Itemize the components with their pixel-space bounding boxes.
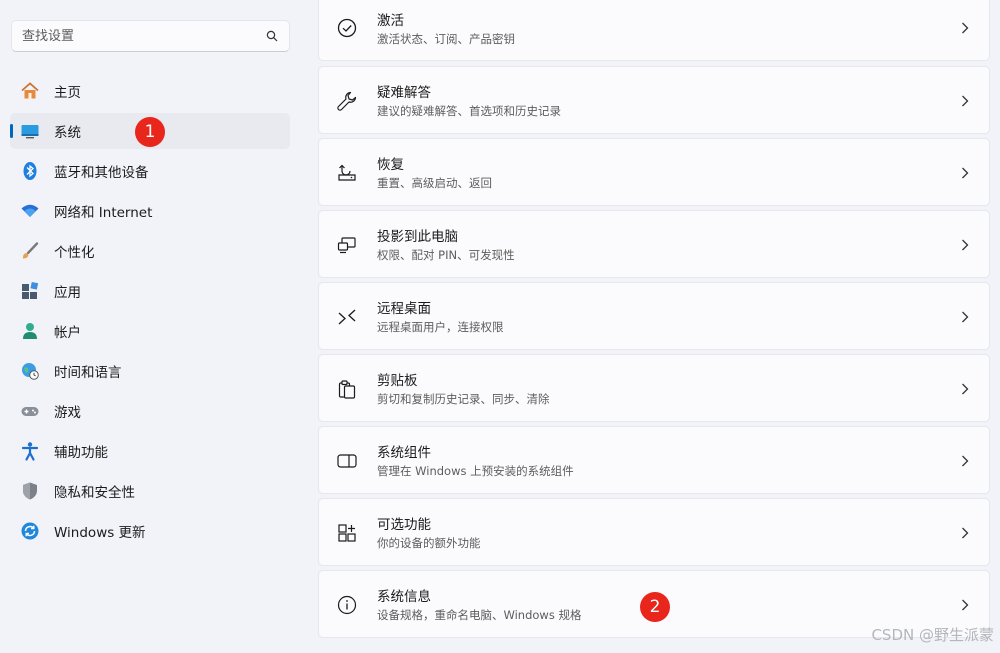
card-title: 可选功能 bbox=[377, 517, 431, 533]
gamepad-icon bbox=[20, 401, 40, 421]
sidebar-item-label: 时间和语言 bbox=[54, 365, 122, 381]
wrench-icon bbox=[336, 90, 358, 112]
sidebar-item-accounts[interactable]: 帐户 bbox=[10, 313, 290, 349]
card-optional-features[interactable]: 可选功能 你的设备的额外功能 bbox=[318, 498, 990, 566]
globe-clock-icon bbox=[20, 361, 40, 381]
card-activation[interactable]: 激活 激活状态、订阅、产品密钥 bbox=[318, 0, 990, 61]
card-troubleshoot[interactable]: 疑难解答 建议的疑难解答、首选项和历史记录 bbox=[318, 66, 990, 134]
chevron-right-icon bbox=[959, 22, 971, 34]
card-title: 恢复 bbox=[377, 157, 404, 173]
sidebar-item-label: 蓝牙和其他设备 bbox=[54, 165, 149, 181]
sidebar-item-label: 应用 bbox=[54, 285, 81, 301]
card-title: 疑难解答 bbox=[377, 85, 431, 101]
sidebar-item-windows-update[interactable]: Windows 更新 bbox=[10, 513, 290, 549]
sidebar-item-label: 系统 bbox=[54, 125, 81, 141]
card-remote-desktop[interactable]: 远程桌面 远程桌面用户，连接权限 bbox=[318, 282, 990, 350]
card-title: 系统信息 bbox=[377, 589, 431, 605]
account-icon bbox=[20, 321, 40, 341]
clipboard-icon bbox=[336, 378, 358, 400]
chevron-right-icon bbox=[959, 239, 971, 251]
sidebar-item-label: 帐户 bbox=[54, 325, 81, 341]
sidebar-item-label: Windows 更新 bbox=[54, 525, 146, 541]
sidebar-item-apps[interactable]: 应用 bbox=[10, 273, 290, 309]
sidebar-item-label: 主页 bbox=[54, 85, 81, 101]
card-title: 投影到此电脑 bbox=[377, 229, 458, 245]
card-subtitle: 建议的疑难解答、首选项和历史记录 bbox=[377, 104, 561, 118]
wifi-icon bbox=[20, 201, 40, 221]
card-clipboard[interactable]: 剪贴板 剪切和复制历史记录、同步、清除 bbox=[318, 354, 990, 422]
sidebar: 主页 系统 蓝牙和其他设备 网络和 Internet bbox=[0, 0, 300, 653]
search-box[interactable] bbox=[11, 20, 290, 52]
sidebar-item-gaming[interactable]: 游戏 bbox=[10, 393, 290, 429]
sidebar-item-network[interactable]: 网络和 Internet bbox=[10, 193, 290, 229]
accessibility-icon bbox=[20, 441, 40, 461]
watermark: CSDN @野生派蒙 bbox=[871, 626, 994, 644]
chevron-right-icon bbox=[959, 455, 971, 467]
check-circle-icon bbox=[336, 17, 358, 39]
chevron-right-icon bbox=[959, 527, 971, 539]
project-icon bbox=[336, 234, 358, 256]
brush-icon bbox=[20, 241, 40, 261]
chevron-right-icon bbox=[959, 383, 971, 395]
sidebar-item-label: 网络和 Internet bbox=[54, 205, 153, 221]
update-icon bbox=[20, 521, 40, 541]
system-components-icon bbox=[336, 450, 358, 472]
bluetooth-icon bbox=[20, 161, 40, 181]
settings-window: 主页 系统 蓝牙和其他设备 网络和 Internet bbox=[0, 0, 1000, 653]
card-title: 系统组件 bbox=[377, 445, 431, 461]
remote-desktop-icon bbox=[336, 306, 358, 328]
sidebar-item-bluetooth[interactable]: 蓝牙和其他设备 bbox=[10, 153, 290, 189]
search-icon[interactable] bbox=[265, 29, 279, 43]
sidebar-item-label: 个性化 bbox=[54, 245, 95, 261]
annotation-badge-2: 2 bbox=[640, 592, 670, 622]
card-project-to-pc[interactable]: 投影到此电脑 权限、配对 PIN、可发现性 bbox=[318, 210, 990, 278]
card-subtitle: 管理在 Windows 上预安装的系统组件 bbox=[377, 464, 574, 478]
sidebar-item-label: 隐私和安全性 bbox=[54, 485, 135, 501]
chevron-right-icon bbox=[959, 311, 971, 323]
card-system-components[interactable]: 系统组件 管理在 Windows 上预安装的系统组件 bbox=[318, 426, 990, 494]
card-subtitle: 剪切和复制历史记录、同步、清除 bbox=[377, 392, 550, 406]
sidebar-item-privacy[interactable]: 隐私和安全性 bbox=[10, 473, 290, 509]
card-subtitle: 你的设备的额外功能 bbox=[377, 536, 481, 550]
optional-features-icon bbox=[336, 522, 358, 544]
sidebar-item-home[interactable]: 主页 bbox=[10, 73, 290, 109]
card-subtitle: 重置、高级启动、返回 bbox=[377, 176, 492, 190]
card-subtitle: 权限、配对 PIN、可发现性 bbox=[377, 248, 515, 262]
home-icon bbox=[20, 81, 40, 101]
card-title: 远程桌面 bbox=[377, 301, 431, 317]
card-subtitle: 远程桌面用户，连接权限 bbox=[377, 320, 504, 334]
search-input[interactable] bbox=[22, 28, 265, 44]
sidebar-item-time-language[interactable]: 时间和语言 bbox=[10, 353, 290, 389]
sidebar-item-accessibility[interactable]: 辅助功能 bbox=[10, 433, 290, 469]
sidebar-item-label: 辅助功能 bbox=[54, 445, 108, 461]
recovery-icon bbox=[336, 162, 358, 184]
sidebar-item-label: 游戏 bbox=[54, 405, 81, 421]
sidebar-item-personalization[interactable]: 个性化 bbox=[10, 233, 290, 269]
chevron-right-icon bbox=[959, 167, 971, 179]
shield-icon bbox=[20, 481, 40, 501]
annotation-badge-1: 1 bbox=[135, 117, 165, 147]
card-title: 激活 bbox=[377, 13, 404, 29]
info-icon bbox=[336, 594, 358, 616]
card-subtitle: 激活状态、订阅、产品密钥 bbox=[377, 32, 515, 46]
chevron-right-icon bbox=[959, 599, 971, 611]
card-recovery[interactable]: 恢复 重置、高级启动、返回 bbox=[318, 138, 990, 206]
chevron-right-icon bbox=[959, 95, 971, 107]
system-icon bbox=[20, 121, 40, 141]
card-subtitle: 设备规格，重命名电脑、Windows 规格 bbox=[377, 608, 582, 622]
card-title: 剪贴板 bbox=[377, 373, 418, 389]
apps-icon bbox=[20, 281, 40, 301]
